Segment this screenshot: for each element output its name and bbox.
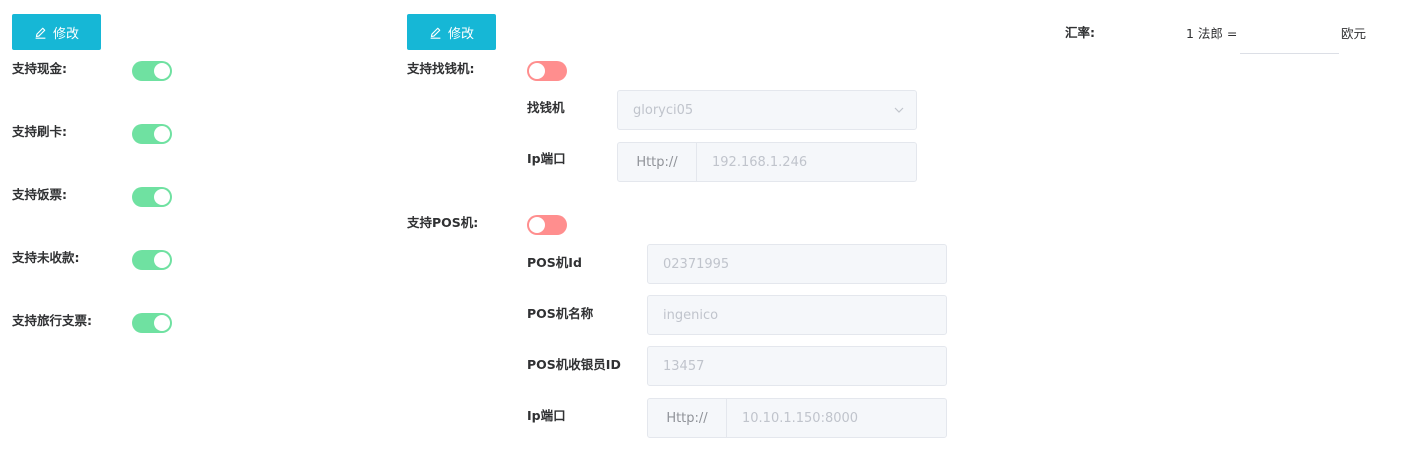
meal-ticket-switch[interactable]	[132, 187, 172, 207]
pos-id-label: POS机Id	[527, 255, 582, 270]
pos-id-value: 02371995	[663, 256, 730, 272]
cash-machine-ip-group: Http:// 192.168.1.246	[617, 142, 917, 182]
pos-id-input[interactable]: 02371995	[647, 244, 947, 284]
travel-cheque-switch[interactable]	[132, 313, 172, 333]
pos-name-label: POS机名称	[527, 306, 594, 321]
pencil-icon	[35, 27, 46, 39]
pos-cashier-value: 13457	[663, 358, 705, 374]
cash-machine-ip-prefix: Http://	[618, 143, 697, 181]
travel-cheque-label: 支持旅行支票:	[12, 313, 92, 328]
pos-cashier-input[interactable]: 13457	[647, 346, 947, 386]
cash-machine-label: 支持找钱机:	[407, 61, 475, 76]
pos-ip-group: Http:// 10.10.1.150:8000	[647, 398, 947, 438]
middle-edit-button[interactable]: 修改	[407, 14, 496, 50]
chevron-down-icon	[894, 107, 904, 113]
switch-knob	[154, 126, 170, 142]
switch-knob	[529, 63, 545, 79]
pos-label: 支持POS机:	[407, 215, 479, 230]
machine-select[interactable]: gloryci05	[617, 90, 917, 130]
rate-label: 汇率:	[1065, 25, 1095, 40]
switch-knob	[154, 315, 170, 331]
cash-label: 支持现金:	[12, 61, 67, 76]
switch-knob	[154, 63, 170, 79]
left-edit-label: 修改	[52, 26, 79, 42]
pencil-icon	[430, 27, 441, 39]
switch-knob	[529, 217, 545, 233]
rate-prefix: 1 法郎 =	[1186, 26, 1238, 41]
pos-cashier-label: POS机收银员ID	[527, 357, 621, 372]
pos-ip-label: Ip端口	[527, 408, 566, 423]
machine-select-value: gloryci05	[633, 102, 694, 118]
card-label: 支持刷卡:	[12, 124, 67, 139]
pos-name-value: ingenico	[663, 307, 719, 323]
meal-ticket-label: 支持饭票:	[12, 187, 67, 202]
unpaid-label: 支持未收款:	[12, 250, 80, 265]
middle-edit-label: 修改	[447, 26, 474, 42]
pos-name-input[interactable]: ingenico	[647, 295, 947, 335]
cash-machine-ip-label: Ip端口	[527, 151, 566, 166]
switch-knob	[154, 252, 170, 268]
pos-ip-input[interactable]: 10.10.1.150:8000	[727, 399, 858, 437]
cash-machine-ip-input[interactable]: 192.168.1.246	[697, 143, 807, 181]
switch-knob	[154, 189, 170, 205]
cash-machine-switch[interactable]	[527, 61, 567, 81]
pos-ip-prefix: Http://	[648, 399, 727, 437]
card-switch[interactable]	[132, 124, 172, 144]
cash-switch[interactable]	[132, 61, 172, 81]
unpaid-switch[interactable]	[132, 250, 172, 270]
left-edit-button[interactable]: 修改	[12, 14, 101, 50]
rate-suffix: 欧元	[1341, 26, 1367, 41]
pos-switch[interactable]	[527, 215, 567, 235]
machine-label: 找钱机	[527, 100, 565, 115]
rate-input[interactable]	[1240, 14, 1339, 54]
